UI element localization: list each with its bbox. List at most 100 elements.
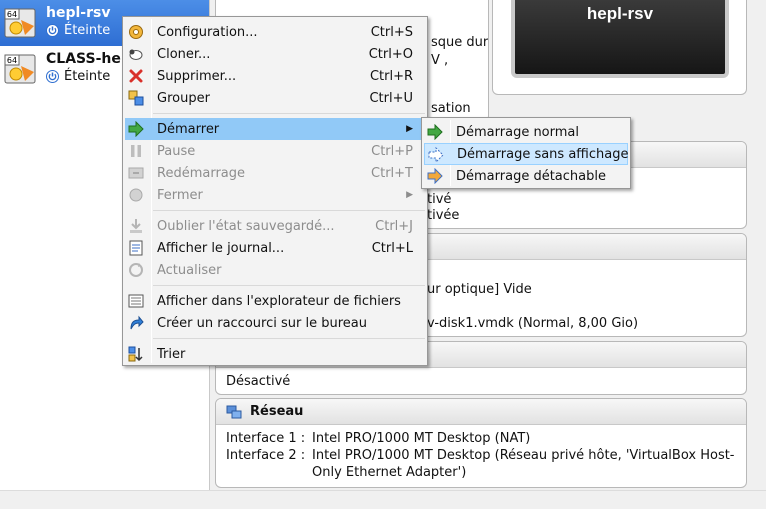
network-header[interactable]: Réseau (216, 399, 746, 425)
menu-item-label: Démarrage détachable (456, 168, 606, 184)
menu-separator (153, 113, 425, 114)
vm-name: hepl-rsv (46, 5, 111, 21)
submenu-arrow-icon: ▶ (406, 190, 413, 200)
menu-item-label: Cloner... (157, 46, 211, 62)
menu-item-label: Configuration... (157, 24, 258, 40)
pause-icon (131, 145, 141, 157)
menu-item-refresh[interactable]: Actualiser (125, 259, 425, 281)
discard-icon (130, 219, 142, 233)
network-row-value: Intel PRO/1000 MT Desktop (Réseau privé … (312, 448, 735, 463)
menu-item-label: Afficher le journal... (157, 240, 285, 256)
menu-item-show-in-explorer[interactable]: Afficher dans l'explorateur de fichiers (125, 290, 425, 312)
vm-name: CLASS-hep (46, 51, 131, 67)
status-bar (0, 490, 766, 509)
audio-status: Désactivé (226, 374, 291, 389)
menu-item-start[interactable]: Démarrer ▶ (125, 118, 425, 140)
storage-fragment: v-disk1.vmdk (Normal, 8,00 Gio) (427, 316, 639, 331)
vm-state-label: Éteinte (64, 23, 111, 38)
menu-item-shortcut: Ctrl+T (371, 165, 413, 181)
menu-item-label: Actualiser (157, 262, 222, 278)
menu-item-label: Trier (157, 346, 186, 362)
menu-item-pause[interactable]: Pause Ctrl+P (125, 140, 425, 162)
system-fragment: V , (431, 53, 449, 68)
preview-title: hepl-rsv (586, 4, 654, 23)
group-icon (128, 90, 144, 106)
menu-separator (153, 285, 425, 286)
menu-item-shortcut: Ctrl+O (368, 46, 413, 62)
menu-item-label: Oublier l'état sauvegardé... (157, 218, 335, 234)
network-row-label: Interface 1 : (226, 431, 306, 446)
network-section: Réseau Interface 1 : Intel PRO/1000 MT D… (215, 398, 747, 488)
network-title: Réseau (250, 404, 304, 419)
menu-item-discard-state[interactable]: Oublier l'état sauvegardé... Ctrl+J (125, 215, 425, 237)
menu-item-group[interactable]: Grouper Ctrl+U (125, 87, 425, 109)
power-off-icon (46, 24, 59, 37)
menu-item-shortcut: Ctrl+S (370, 24, 413, 40)
reset-icon (128, 167, 144, 179)
sort-icon (128, 346, 143, 362)
vm-state: Éteinte (46, 69, 110, 84)
refresh-icon (129, 263, 143, 277)
vm-state: Éteinte (46, 23, 110, 38)
preview-screen: hepl-rsv (511, 0, 729, 78)
menu-item-show-log[interactable]: Afficher le journal... Ctrl+L (125, 237, 425, 259)
menu-separator (153, 210, 425, 211)
menu-item-label: Supprimer... (157, 68, 237, 84)
network-row-label: Interface 2 : (226, 448, 306, 463)
power-off-icon (46, 70, 59, 83)
log-icon (129, 240, 143, 256)
menu-item-label: Grouper (157, 90, 210, 106)
menu-item-shortcut: Ctrl+L (371, 240, 413, 256)
menu-item-label: Fermer (157, 187, 203, 203)
linux-os-icon: 64 (4, 8, 36, 38)
start-submenu: Démarrage normal Démarrage sans affichag… (421, 117, 631, 189)
linux-os-icon: 64 (4, 54, 36, 84)
submenu-item-detachable-start[interactable]: Démarrage détachable (424, 165, 628, 187)
menu-separator (153, 338, 425, 339)
menu-item-delete[interactable]: Supprimer... Ctrl+R (125, 65, 425, 87)
file-explorer-icon (128, 294, 144, 308)
network-row-value: Intel PRO/1000 MT Desktop (NAT) (312, 431, 531, 446)
menu-item-close[interactable]: Fermer ▶ (125, 184, 425, 206)
menu-item-shortcut: Ctrl+U (369, 90, 413, 106)
menu-item-reset[interactable]: Redémarrage Ctrl+T (125, 162, 425, 184)
submenu-item-headless-start[interactable]: Démarrage sans affichage (424, 143, 628, 165)
menu-item-label: Créer un raccourci sur le bureau (157, 315, 367, 331)
network-icon (226, 405, 242, 418)
menu-item-shortcut: Ctrl+J (375, 218, 413, 234)
submenu-item-normal-start[interactable]: Démarrage normal (424, 121, 628, 143)
gear-icon (129, 25, 143, 39)
start-normal-icon (427, 124, 443, 140)
menu-item-configuration[interactable]: Configuration... Ctrl+S (125, 21, 425, 43)
system-fragment: sation (431, 101, 471, 116)
menu-item-sort[interactable]: Trier (125, 343, 425, 365)
menu-item-label: Démarrage sans affichage (457, 146, 629, 162)
system-fragment: sque dur (431, 35, 489, 50)
display-fragment: tivée (427, 208, 460, 223)
display-fragment: tivé (427, 192, 452, 207)
menu-item-label: Redémarrage (157, 165, 246, 181)
close-icon (129, 188, 143, 202)
svg-text:64: 64 (7, 10, 17, 19)
sheep-icon (129, 49, 143, 60)
shortcut-icon (130, 315, 144, 330)
preview-panel: hepl-rsv (492, 0, 747, 95)
submenu-arrow-icon: ▶ (406, 124, 413, 134)
start-detachable-icon (427, 168, 443, 184)
menu-item-label: Afficher dans l'explorateur de fichiers (157, 293, 401, 309)
svg-text:64: 64 (7, 56, 17, 65)
menu-item-clone[interactable]: Cloner... Ctrl+O (125, 43, 425, 65)
menu-item-label: Démarrage normal (456, 124, 579, 140)
menu-item-label: Pause (157, 143, 196, 159)
delete-icon (129, 69, 143, 83)
start-headless-icon (428, 147, 444, 163)
menu-item-shortcut: Ctrl+P (371, 143, 413, 159)
menu-item-shortcut: Ctrl+R (369, 68, 413, 84)
vm-context-menu: Configuration... Ctrl+S Cloner... Ctrl+O… (122, 16, 428, 366)
menu-item-label: Démarrer (157, 121, 220, 137)
storage-fragment: ur optique] Vide (427, 282, 532, 297)
menu-item-create-shortcut[interactable]: Créer un raccourci sur le bureau (125, 312, 425, 334)
vm-state-label: Éteinte (64, 69, 111, 84)
start-arrow-icon (128, 121, 144, 137)
network-row-value: Only Ethernet Adapter') (312, 465, 467, 480)
